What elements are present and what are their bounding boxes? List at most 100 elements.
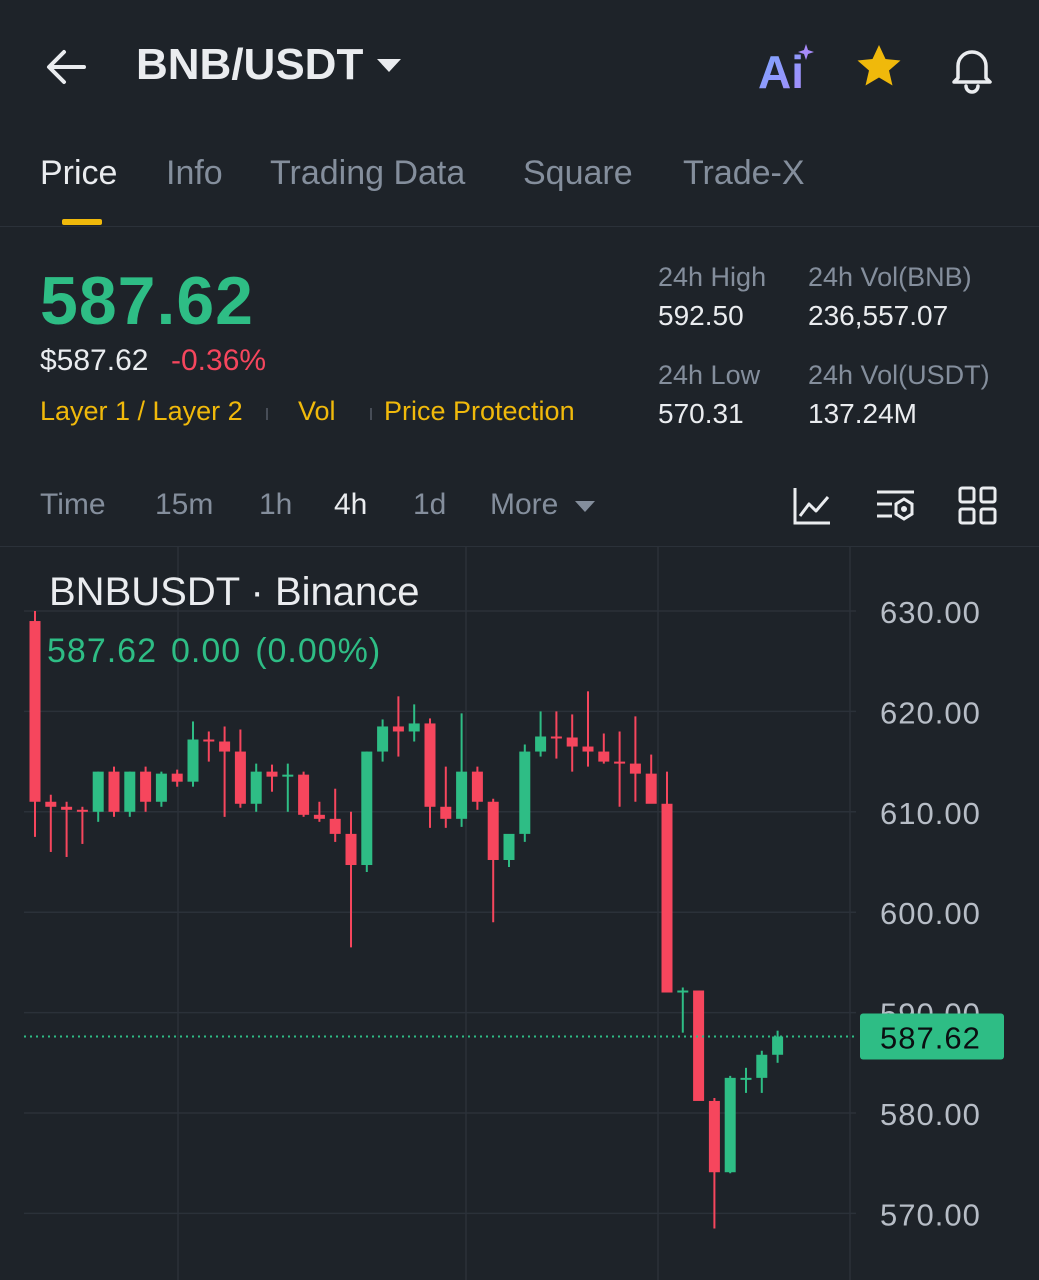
candle	[282, 763, 294, 812]
ai-button[interactable]: Ai	[756, 40, 818, 98]
interval-1d[interactable]: 1d	[413, 488, 446, 522]
candle-body	[566, 737, 578, 747]
high-value: 592.50	[658, 300, 744, 331]
candle	[108, 766, 120, 817]
candle-body	[519, 751, 531, 834]
candle	[29, 611, 41, 837]
candle-body	[282, 774, 294, 777]
candle-body	[487, 801, 499, 860]
candle-body	[677, 990, 689, 993]
dropdown-caret-icon	[377, 58, 402, 72]
candle	[724, 1075, 736, 1174]
interval-time[interactable]: Time	[40, 488, 106, 522]
candle	[377, 719, 389, 762]
ai-icon: Ai	[758, 44, 814, 98]
interval-1h[interactable]: 1h	[259, 488, 292, 522]
candle-body	[298, 774, 310, 815]
ohlc-close: 587.62	[47, 632, 157, 670]
y-axis-tick-label: 620.00	[880, 695, 981, 730]
candle-body	[535, 736, 547, 752]
candle	[756, 1050, 768, 1093]
layout-button[interactable]	[956, 484, 1000, 528]
candle	[219, 726, 231, 817]
candle	[392, 696, 404, 757]
candle	[693, 990, 705, 1101]
interval-4h[interactable]: 4h	[334, 488, 367, 522]
candle-body	[772, 1036, 784, 1055]
candle-body	[361, 751, 373, 866]
tag-price-protection[interactable]: Price Protection	[384, 396, 575, 427]
active-tab-indicator	[62, 219, 102, 225]
y-axis-tick-label: 600.00	[880, 896, 981, 931]
candle	[677, 987, 689, 1033]
candle-body	[629, 763, 641, 774]
candle	[772, 1030, 784, 1063]
high-label: 24h High	[658, 262, 767, 292]
divider	[0, 226, 1039, 227]
candle-body	[171, 773, 183, 782]
candle	[61, 801, 73, 857]
candle-body	[424, 723, 436, 807]
candle-body	[582, 746, 594, 752]
candle	[298, 771, 310, 817]
candle	[45, 794, 57, 852]
candle	[708, 1097, 720, 1229]
candle-body	[456, 771, 468, 819]
candle	[266, 764, 278, 792]
candle	[661, 771, 673, 993]
candle-body	[503, 833, 515, 860]
candle-body	[345, 833, 357, 866]
tag-separator	[370, 408, 372, 420]
tab-price[interactable]: Price	[40, 154, 117, 193]
y-axis-tick-label: 570.00	[880, 1197, 981, 1232]
candle-body	[598, 751, 610, 762]
interval-15m[interactable]: 15m	[155, 488, 213, 522]
candle-body	[92, 771, 104, 812]
y-axis-tick-label: 630.00	[880, 595, 981, 630]
chart-symbol-title: BNBUSDT · Binance	[49, 570, 420, 614]
candle	[361, 751, 373, 873]
ohlc-change-percent: (0.00%)	[255, 632, 382, 670]
tag-layer[interactable]: Layer 1 / Layer 2	[40, 396, 243, 427]
favorite-button[interactable]	[852, 40, 906, 94]
candle	[234, 729, 246, 808]
star-icon	[857, 45, 901, 86]
candle-body	[203, 739, 215, 742]
ohlc-change: 0.00	[171, 632, 242, 670]
candle	[550, 711, 562, 759]
price-change-percent: -0.36%	[171, 344, 267, 377]
indicator-button[interactable]	[790, 484, 834, 528]
candle-body	[108, 771, 120, 812]
chart-settings-button[interactable]	[874, 484, 918, 528]
candle	[408, 704, 420, 742]
pair-selector[interactable]: BNB/USDT	[136, 40, 402, 90]
vol-quote-label: 24h Vol(USDT)	[808, 360, 990, 390]
tab-trade-x[interactable]: Trade-X	[683, 154, 805, 193]
vol-base-label: 24h Vol(BNB)	[808, 262, 972, 292]
candle-body	[471, 771, 483, 802]
tag-vol[interactable]: Vol	[298, 396, 336, 427]
candle-body	[61, 806, 73, 810]
tab-trading-data[interactable]: Trading Data	[270, 154, 465, 193]
alert-button[interactable]	[944, 40, 1000, 96]
candle	[345, 811, 357, 948]
current-price-badge-label: 587.62	[880, 1020, 981, 1055]
interval-more[interactable]: More	[490, 488, 558, 522]
candle-body	[440, 806, 452, 819]
back-button[interactable]	[40, 42, 92, 92]
candle	[598, 733, 610, 764]
candle	[740, 1067, 752, 1093]
tab-info[interactable]: Info	[166, 154, 223, 193]
pair-title: BNB/USDT	[136, 40, 364, 89]
candle	[171, 769, 183, 787]
candle	[487, 798, 499, 923]
tab-square[interactable]: Square	[523, 154, 633, 193]
candle-body	[219, 741, 231, 752]
candle	[329, 788, 341, 842]
candle-body	[693, 990, 705, 1101]
bell-icon	[952, 50, 992, 94]
candle-body	[250, 771, 262, 804]
candle	[203, 731, 215, 762]
candle-body	[76, 809, 88, 812]
candle	[92, 771, 104, 822]
